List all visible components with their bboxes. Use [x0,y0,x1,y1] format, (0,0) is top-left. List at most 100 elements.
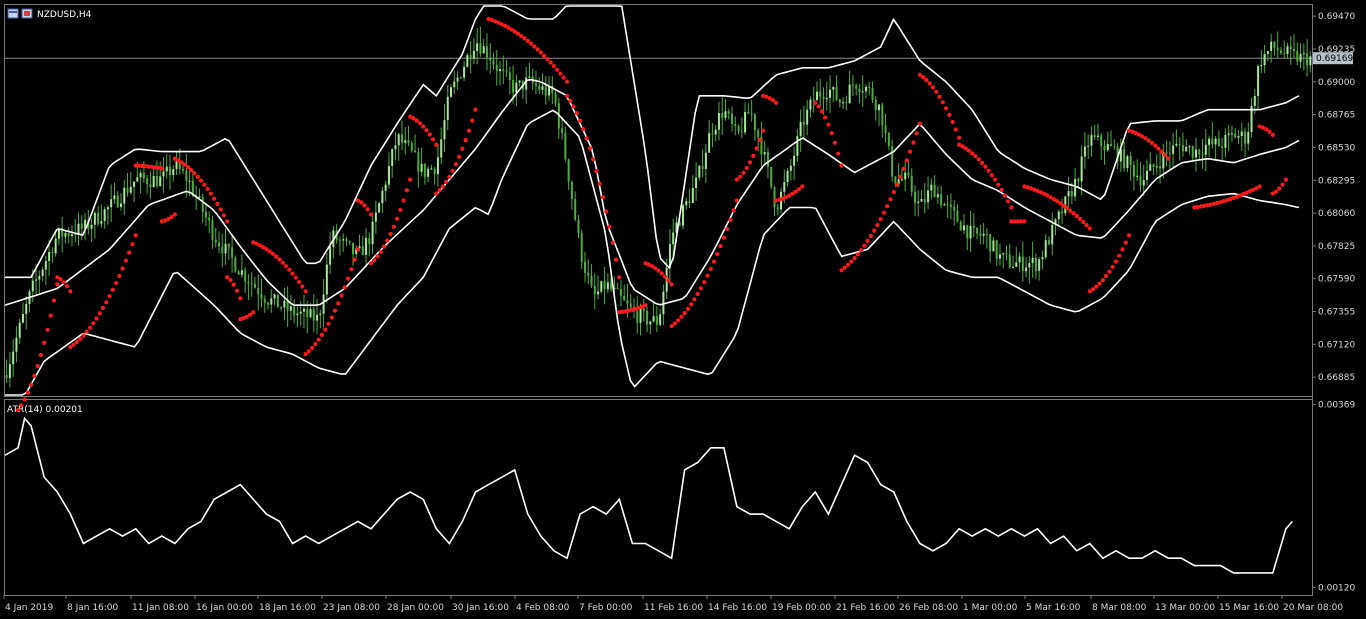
candle-body [1178,143,1181,145]
price-axis[interactable]: 0.694700.692350.690000.687650.685300.682… [1312,12,1355,383]
candle-body [1025,267,1028,272]
candle-body [263,298,266,303]
candle-body [773,187,776,208]
sar-dot [238,296,243,301]
sar-dot [610,240,615,245]
candle-body [414,150,417,152]
candle-body [1211,138,1214,145]
sar-dot [917,121,923,126]
sar-dot [1074,213,1079,219]
candle-body [38,275,41,280]
candle-body [685,201,688,206]
candle-body [1273,41,1276,48]
candle-body [126,187,129,193]
candle-body [90,224,93,229]
candle-body [459,77,462,79]
candle-body [629,303,632,308]
sar-dot [542,53,547,58]
candle-body [528,76,531,78]
atr-axis[interactable]: 0.00369 0.00120 [1312,400,1355,594]
candle-body [436,157,439,175]
sar-dot [32,373,37,378]
candle-body [512,79,515,93]
x-tick-label: 4 Feb 08:00 [516,603,570,613]
candle-body [1090,134,1093,146]
sar-dot [578,118,583,123]
candle-body [1080,156,1083,182]
sar-dot [300,284,305,289]
candle-body [564,133,567,160]
x-tick-label: 8 Mar 08:00 [1092,603,1147,613]
x-tick-label: 11 Feb 16:00 [644,603,703,613]
trading-chart[interactable]: NZDUSD,H4 ATR(14) 0.00201 0.694700.69235… [0,0,1366,619]
candle-body [211,220,214,240]
sar-dot [689,302,694,307]
sar-dot [42,340,47,345]
sar-dot [182,162,187,167]
time-axis[interactable]: 4 Jan 2019 8 Jan 16:00 11 Jan 08:00 16 Jan … [3,595,1343,613]
candle-body [979,233,982,236]
sar-dot [1022,219,1027,224]
sar-dot [385,238,390,243]
sar-dot [757,137,762,143]
candle-body [119,203,122,207]
sar-dot [1077,216,1083,221]
candle-body [1201,153,1204,155]
sar-dot [1267,129,1272,134]
candle-body [1195,149,1198,158]
y-tick-label: 0.68765 [1318,111,1355,121]
candle-body [1247,132,1250,144]
sar-dot [715,251,720,257]
sar-dot [545,56,550,62]
y-tick-label: 0.68295 [1318,176,1355,186]
sar-dot [950,119,955,125]
sar-dot [362,203,367,208]
sar-dot [127,250,132,255]
candle-body [734,123,737,127]
candle-body [682,205,685,226]
sar-dot [97,311,102,316]
candle-body [410,143,413,151]
candle-body [404,140,407,143]
sar-dot [725,226,730,232]
candle-body [577,219,580,234]
candle-body [933,184,936,198]
sar-dot [25,390,30,395]
candle-body [989,234,992,252]
sar-dot [1081,219,1086,225]
sar-dot [731,208,736,213]
candle-body [1031,257,1034,264]
candle-body [871,88,874,100]
candle-body [325,264,328,295]
sar-dot [940,100,945,105]
y-tick-label: 0.67825 [1318,242,1355,252]
sar-dot [692,297,697,302]
sar-dot [290,271,295,276]
sar-dot [172,212,177,217]
sar-dot [218,207,223,212]
candle-body [1136,175,1139,177]
candle-body [1214,138,1217,145]
sar-dot [666,278,671,283]
candle-body [949,204,952,207]
candle-body [1257,66,1260,96]
candle-body [391,149,394,167]
sar-dot [679,314,684,319]
sar-dot [336,301,341,306]
sar-dot [571,104,576,109]
candle-body [809,99,812,110]
x-tick-label: 4 Jan 2019 [5,603,53,613]
candle-body [822,96,825,100]
candle-body [544,86,547,96]
candle-body [518,80,521,83]
sar-dot [584,136,589,141]
candle-body [283,300,286,308]
candle-body [54,238,57,254]
candle-body [1221,146,1224,148]
sar-dot [986,168,991,173]
sar-dot [924,78,929,83]
atr-panel-frame [4,399,1313,596]
sar-dot [231,282,236,287]
candle-body [31,280,34,292]
sar-dot [378,249,383,254]
